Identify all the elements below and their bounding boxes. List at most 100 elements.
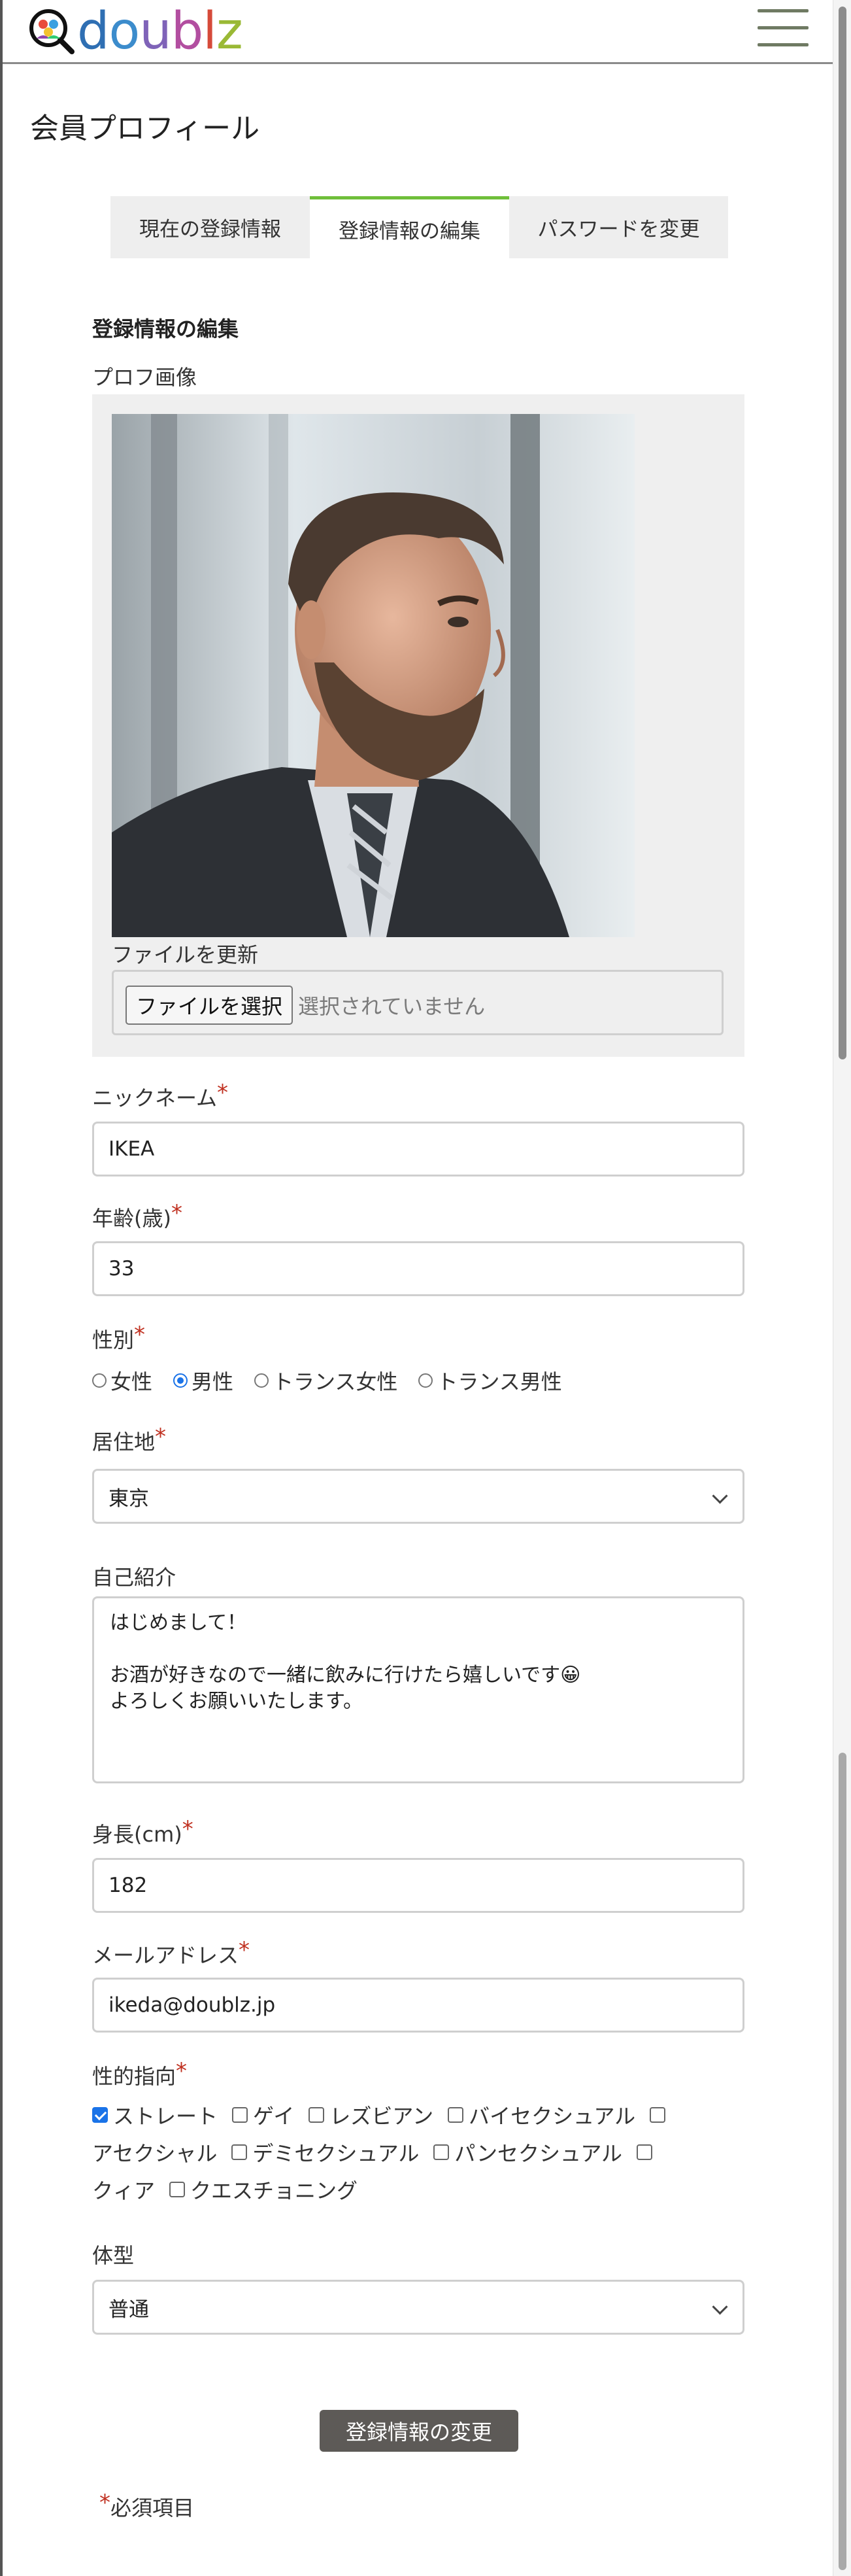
orientation-option-label: レズビアン [329,2104,434,2129]
checkbox[interactable] [448,2107,464,2123]
residence-label: 居住地* [92,1424,167,1456]
gender-option-trans-female[interactable]: トランス女性 [254,1365,397,1396]
age-label-text: 年齢(歳) [92,1206,171,1231]
nickname-input[interactable]: IKEA [92,1122,744,1176]
orientation-option-label: ゲイ [253,2104,295,2129]
orientation-option-pansexual[interactable]: パンセクシュアル [433,2137,622,2167]
gender-option-label: 男性 [192,1369,234,1394]
checkbox-checked[interactable] [92,2107,108,2123]
gender-option-female[interactable]: 女性 [92,1365,152,1396]
magnifier-people-logo-icon [29,9,75,54]
height-label: 身長(cm)* [92,1816,193,1848]
required-mark: * [176,2058,188,2084]
required-mark: * [155,1424,167,1450]
profile-photo-illustration [112,414,635,937]
checkbox[interactable] [309,2107,325,2123]
residence-select[interactable]: 東京 [92,1469,744,1524]
update-profile-button[interactable]: 登録情報の変更 [320,2410,518,2452]
required-mark: * [99,2490,110,2516]
page-title: 会員プロフィール [30,112,260,145]
profile-tabs: 現在の登録情報 登録情報の編集 パスワードを変更 [110,196,728,258]
age-input[interactable]: 33 [92,1241,744,1296]
hamburger-line [758,9,809,12]
radio-button[interactable] [418,1373,433,1388]
body-type-select[interactable]: 普通 [92,2280,744,2335]
site-header: doublz [3,0,833,64]
gender-option-male[interactable]: 男性 [173,1365,233,1396]
section-title: 登録情報の編集 [92,317,239,341]
profile-image-label: プロフ画像 [92,365,197,390]
file-status: 選択されていません [298,994,486,1019]
orientation-option-label: パンセクシュアル [454,2141,623,2166]
hamburger-menu-icon[interactable] [758,9,809,47]
chevron-down-icon [712,1488,728,1504]
nickname-label: ニックネーム* [92,1080,229,1112]
required-mark: * [134,1322,146,1348]
orientation-row-3: クィア クエスチョニング [92,2174,372,2205]
nickname-label-text: ニックネーム [92,1086,218,1110]
orientation-option-lesbian[interactable]: レズビアン [309,2100,433,2130]
height-input[interactable]: 182 [92,1858,744,1913]
brand-letter: l [203,2,217,61]
body-type-selected-value: 普通 [108,2297,149,2322]
choose-file-button[interactable]: ファイルを選択 [125,986,293,1025]
file-update-label: ファイルを更新 [112,942,259,967]
checkbox[interactable] [433,2144,450,2160]
orientation-option-gay[interactable]: ゲイ [232,2100,294,2130]
scrollbar-thumb-inner[interactable] [839,1753,846,2570]
orientation-option-straight[interactable]: ストレート [92,2100,218,2130]
checkbox[interactable] [231,2144,248,2160]
file-input[interactable]: ファイルを選択 選択されていません [112,970,724,1035]
orientation-option-queer-label[interactable]: クィア [92,2174,155,2205]
gender-option-label: 女性 [110,1369,153,1394]
required-note-text: 必須項目 [110,2496,195,2520]
age-label: 年齢(歳)* [92,1200,182,1232]
orientation-row-1: ストレート ゲイ レズビアン バイセクシュアル [92,2100,671,2130]
brand-name: doublz [77,2,243,61]
tab-edit-info[interactable]: 登録情報の編集 [310,196,509,258]
tab-change-password[interactable]: パスワードを変更 [509,196,728,258]
orientation-option-questioning[interactable]: クエスチョニング [169,2174,358,2205]
checkbox[interactable] [169,2182,186,2197]
height-label-text: 身長(cm) [92,1822,182,1847]
required-mark: * [182,1816,193,1842]
checkbox-queer[interactable] [637,2144,653,2160]
scrollbar-thumb[interactable] [839,7,846,1059]
required-note: *必須項目 [99,2490,195,2522]
orientation-label-text: 性的指向 [92,2064,176,2089]
email-input[interactable]: ikeda@doublz.jp [92,1978,744,2033]
bio-label: 自己紹介 [92,1565,176,1590]
orientation-option-bisexual[interactable]: バイセクシュアル [448,2100,635,2130]
residence-selected-value: 東京 [108,1486,149,1511]
hamburger-line [758,43,809,46]
radio-button-selected[interactable] [173,1373,188,1388]
logo[interactable]: doublz [29,2,243,61]
gender-radio-group: 女性 男性 トランス女性 トランス男性 [92,1365,583,1396]
tab-current-info[interactable]: 現在の登録情報 [110,196,310,258]
gender-label: 性別* [92,1322,146,1354]
gender-label-text: 性別 [92,1328,135,1352]
required-mark: * [217,1080,229,1106]
hamburger-line [758,26,809,29]
orientation-option-label: バイセクシュアル [469,2104,636,2129]
email-label: メールアドレス* [92,1937,250,1969]
profile-image-panel: ファイルを更新 ファイルを選択 選択されていません [92,394,744,1057]
required-mark: * [239,1937,250,1963]
gender-option-label: トランス男性 [437,1369,562,1394]
orientation-option-demisexual[interactable]: デミセクシュアル [231,2137,419,2167]
email-label-text: メールアドレス [92,1943,239,1968]
gender-option-label: トランス女性 [273,1369,398,1394]
gender-option-trans-male[interactable]: トランス男性 [418,1365,562,1396]
required-mark: * [171,1200,182,1226]
orientation-option-asexual-label[interactable]: アセクシャル [92,2137,217,2167]
radio-button[interactable] [254,1373,269,1388]
brand-letter: d [77,2,110,61]
orientation-label: 性的指向* [92,2058,188,2090]
bio-textarea[interactable]: はじめまして！ お酒が好きなので一緒に飲みに行けたら嬉しいです😀 よろしくお願い… [92,1596,744,1783]
brand-letter: b [171,2,204,61]
checkbox[interactable] [232,2107,248,2123]
checkbox-asexual[interactable] [650,2107,666,2123]
orientation-option-label: デミセクシュアル [252,2141,420,2166]
body-type-label: 体型 [92,2243,135,2268]
radio-button[interactable] [92,1373,107,1388]
